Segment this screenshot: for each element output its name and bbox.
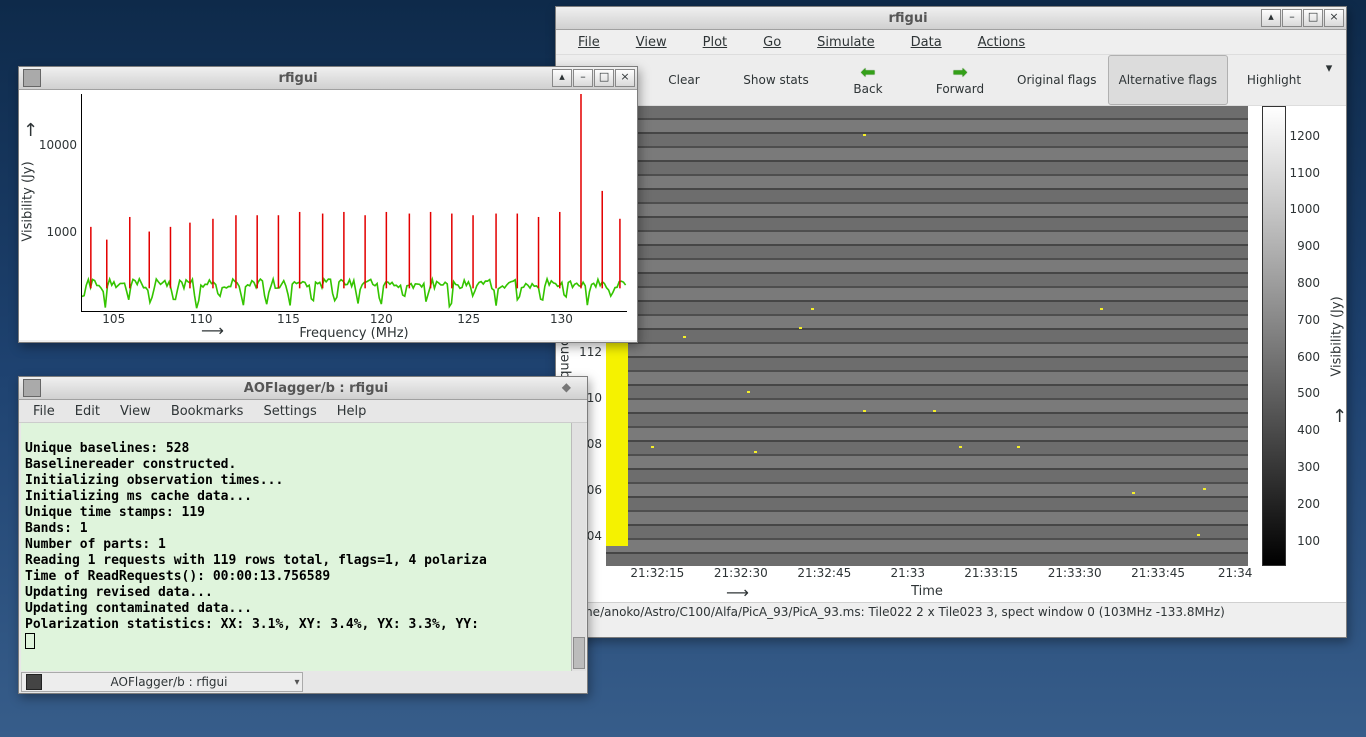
menu-view[interactable]: View — [620, 33, 683, 52]
scrollbar[interactable] — [571, 423, 586, 671]
menu-go[interactable]: Go — [747, 33, 797, 52]
minimize-button[interactable]: – — [1282, 9, 1302, 27]
scrollbar-thumb[interactable] — [573, 637, 585, 669]
colorbar-ticks: 100 200 300 400 500 600 700 800 900 1000… — [1288, 106, 1322, 566]
minimize-button[interactable]: – — [573, 69, 593, 87]
colorbar — [1262, 106, 1286, 566]
menu-term-settings[interactable]: Settings — [253, 402, 326, 421]
plot-xlabel: Frequency (MHz) — [81, 326, 627, 341]
terminal-icon — [26, 674, 42, 690]
waterfall-xlabel: Time — [606, 584, 1248, 599]
menu-term-help[interactable]: Help — [327, 402, 377, 421]
forward-button[interactable]: ➡ Forward — [914, 55, 1006, 105]
menu-term-view[interactable]: View — [110, 402, 161, 421]
plot-yticks: 1000 10000 — [37, 90, 81, 312]
menu-data[interactable]: Data — [895, 33, 958, 52]
window-title-main: rfigui — [888, 11, 927, 26]
rfigui-plot-window: rfigui ▴ – □ × Visibility (Jy) ↑ 1000 10… — [18, 66, 638, 343]
alternative-flags-button[interactable]: Alternative flags — [1108, 55, 1228, 105]
chevron-down-icon[interactable]: ▾ — [292, 677, 302, 688]
close-button[interactable]: × — [615, 69, 635, 87]
menu-actions[interactable]: Actions — [962, 33, 1042, 52]
titlebar-main[interactable]: rfigui ▴ – □ × — [556, 7, 1346, 30]
terminal-window: AOFlagger/b : rfigui ◆ File Edit View Bo… — [18, 376, 588, 694]
waterfall-image[interactable] — [606, 106, 1248, 566]
waterfall-plot[interactable]: Frequency (M ↑ 104 106 108 110 112 114 1… — [556, 106, 1346, 602]
arrow-right-icon: ⟶ — [726, 583, 749, 602]
plot-xaxis: 105 110 115 120 125 130 ⟶ Frequency (MHz… — [81, 312, 627, 340]
titlebar-plot[interactable]: rfigui ▴ – □ × — [19, 67, 637, 90]
menu-term-bookmarks[interactable]: Bookmarks — [161, 402, 254, 421]
tab-button[interactable]: AOFlagger/b : rfigui ▾ — [21, 672, 303, 692]
back-button[interactable]: ⬅ Back — [822, 55, 914, 105]
toolbar-main: Clear Show stats ⬅ Back ➡ Forward Origin… — [556, 54, 1346, 106]
menubar-terminal: File Edit View Bookmarks Settings Help — [19, 400, 587, 423]
rfigui-main-window: rfigui ▴ – □ × File View Plot Go Simulat… — [555, 6, 1347, 638]
spectrum-plot[interactable]: Visibility (Jy) ↑ 1000 10000 105 110 115… — [19, 90, 637, 340]
arrow-right-icon: ⟶ — [201, 321, 224, 340]
terminal-output[interactable]: Unique baselines: 528 Baselinereader con… — [21, 423, 571, 671]
arrow-up-icon: ↑ — [23, 120, 38, 141]
toolbar-overflow-icon[interactable]: ▾ — [1320, 55, 1338, 105]
arrow-left-icon: ⬅ — [860, 64, 875, 82]
terminal-icon — [23, 379, 41, 397]
arrow-right-icon: ➡ — [952, 64, 967, 82]
tab-label: AOFlagger/b : rfigui — [46, 675, 292, 689]
original-flags-button[interactable]: Original flags — [1006, 55, 1108, 105]
waterfall-xaxis: 21:32:15 21:32:30 21:32:45 21:33 21:33:1… — [606, 566, 1248, 602]
titlebar-terminal[interactable]: AOFlagger/b : rfigui ◆ — [19, 377, 587, 400]
menu-plot[interactable]: Plot — [687, 33, 744, 52]
menu-file[interactable]: File — [562, 33, 616, 52]
terminal-cursor — [25, 633, 35, 649]
colorbar-label: Visibility (Jy) — [1328, 106, 1346, 566]
window-title-terminal: AOFlagger/b : rfigui — [244, 381, 388, 396]
maximize-button[interactable]: □ — [594, 69, 614, 87]
show-stats-button[interactable]: Show stats — [730, 55, 822, 105]
pin-icon[interactable]: ▴ — [552, 69, 572, 87]
menu-term-edit[interactable]: Edit — [65, 402, 110, 421]
app-icon — [23, 69, 41, 87]
menu-term-file[interactable]: File — [23, 402, 65, 421]
pin-icon[interactable]: ▴ — [1261, 9, 1281, 27]
clear-button[interactable]: Clear — [638, 55, 730, 105]
status-bar: /home/anoko/Astro/C100/Alfa/PicA_93/PicA… — [556, 602, 1346, 629]
plot-canvas[interactable] — [81, 94, 627, 312]
maximize-button[interactable]: □ — [1303, 9, 1323, 27]
menubar-main: File View Plot Go Simulate Data Actions — [556, 30, 1346, 54]
menu-simulate[interactable]: Simulate — [801, 33, 890, 52]
close-button[interactable]: × — [1324, 9, 1344, 27]
pin-icon[interactable]: ◆ — [562, 380, 571, 394]
highlight-button[interactable]: Highlight — [1228, 55, 1320, 105]
window-title-plot: rfigui — [278, 71, 317, 86]
